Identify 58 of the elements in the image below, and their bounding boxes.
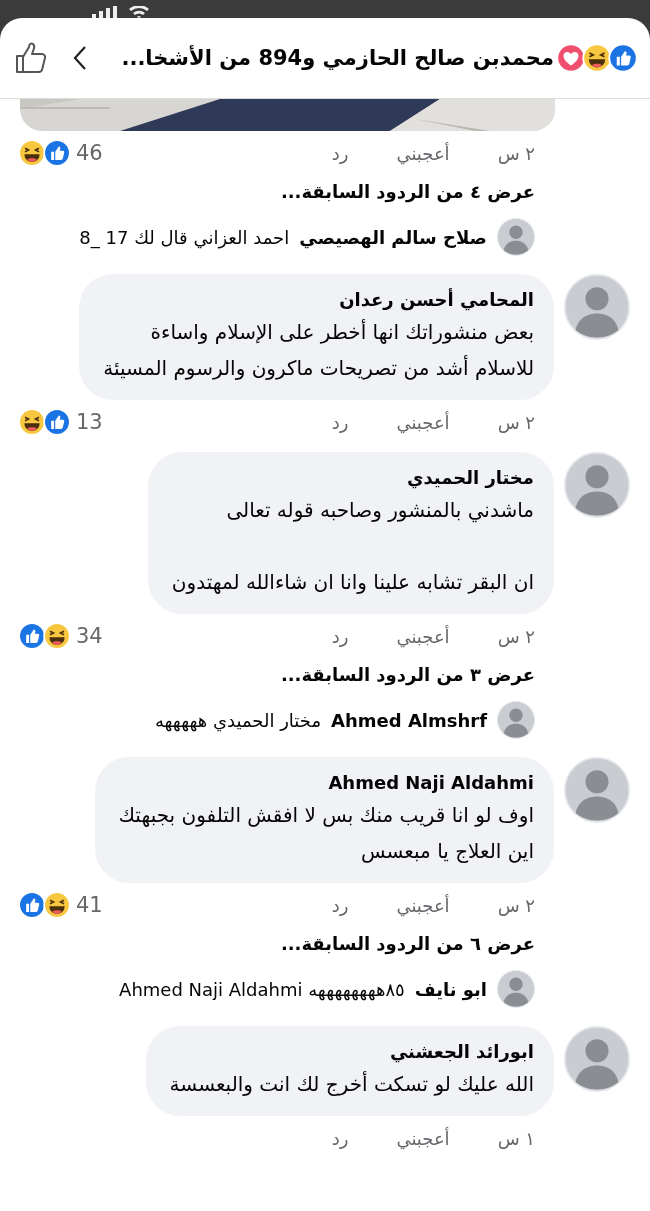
commenter-name[interactable]: صلاح سالم الهصيصي (299, 226, 487, 248)
reply-text: مختار الحميدي هههههه (154, 709, 322, 731)
reply-text: احمد العزاني قال لك 17 _8 (79, 226, 290, 248)
commenter-name[interactable]: Ahmed Almshrf (331, 709, 487, 731)
like-link[interactable]: أعجبني (396, 894, 450, 916)
laughing-emoji-icon (18, 139, 46, 167)
like-link[interactable]: أعجبني (396, 625, 450, 647)
comment-text: ماشدني بالمنشور وصاحبه قوله تعالى ان البقر تشابه علينا وانا ان شاءالله لمهتدون (171, 497, 534, 596)
reply-link[interactable]: رد (331, 1127, 349, 1149)
like-link[interactable]: أعجبني (396, 411, 450, 433)
comment-text: الله عليك لو تسكت أخرج لك انت والبعسسة (169, 1070, 534, 1098)
laughing-emoji-icon (18, 408, 46, 436)
avatar[interactable] (564, 452, 630, 518)
reply-link[interactable]: رد (331, 625, 349, 647)
view-previous-replies-link[interactable]: عرض ٤ من الردود السابقة... (18, 179, 535, 204)
comment-time: ٢ س (497, 411, 535, 433)
comment-time: ١ س (497, 1127, 535, 1149)
laughing-emoji-icon (43, 891, 71, 919)
commenter-name[interactable]: مختار الحميدي (171, 464, 534, 492)
like-link[interactable]: أعجبني (396, 142, 450, 164)
reply-link[interactable]: رد (331, 411, 349, 433)
laughing-emoji-icon (43, 622, 71, 650)
commenter-name[interactable]: ابورائد الجعشني (169, 1038, 534, 1066)
laughing-emoji-icon (582, 43, 612, 73)
reaction-count: 41 (76, 893, 103, 917)
avatar[interactable] (564, 274, 630, 340)
reaction-count: 13 (76, 410, 103, 434)
view-previous-replies-link[interactable]: عرض ٣ من الردود السابقة... (18, 662, 535, 687)
thumbs-up-icon (18, 891, 46, 919)
avatar[interactable] (497, 701, 535, 739)
thumbs-up-icon (43, 139, 71, 167)
chevron-icon[interactable] (72, 45, 88, 71)
commenter-name[interactable]: المحامي أحسن رعدان (103, 286, 534, 314)
reply-text: ٨٥ههههههههه Ahmed Naji Aldahmi (119, 978, 405, 1000)
commenter-name[interactable]: Ahmed Naji Aldahmi (118, 769, 534, 797)
like-link[interactable]: أعجبني (396, 1127, 450, 1149)
view-previous-replies-link[interactable]: عرض ٦ من الردود السابقة... (18, 931, 535, 956)
comment-text: اوف لو انا قريب منك بس لا افقش التلفون بجبهتك اين العلاج يا مبعسس (118, 802, 534, 865)
reaction-count: 46 (76, 141, 103, 165)
reactions-title[interactable]: محمدبن صالح الحازمي و894 من الأشخا... (121, 46, 554, 70)
avatar[interactable] (497, 218, 535, 256)
reaction-count: 34 (76, 624, 103, 648)
comment-text: بعض منشوراتك انها أخطر على الإسلام واساءة للاسلام أشد من تصريحات ماكرون والرسوم المسيئة (103, 318, 534, 382)
comment-time: ٢ س (497, 142, 535, 164)
avatar[interactable] (564, 757, 630, 823)
avatar[interactable] (497, 970, 535, 1008)
comment-time: ٢ س (497, 894, 535, 916)
thumbs-up-icon (608, 43, 638, 73)
reply-link[interactable]: رد (331, 142, 349, 164)
wifi-icon (128, 6, 150, 18)
thumbs-up-icon[interactable] (14, 41, 48, 75)
commenter-name[interactable]: ابو نايف (414, 978, 487, 1000)
thumbs-up-icon (18, 622, 46, 650)
reply-link[interactable]: رد (331, 894, 349, 916)
avatar[interactable] (564, 1026, 630, 1092)
signal-icon (90, 6, 120, 18)
comment-time: ٢ س (497, 625, 535, 647)
thumbs-up-icon (43, 408, 71, 436)
